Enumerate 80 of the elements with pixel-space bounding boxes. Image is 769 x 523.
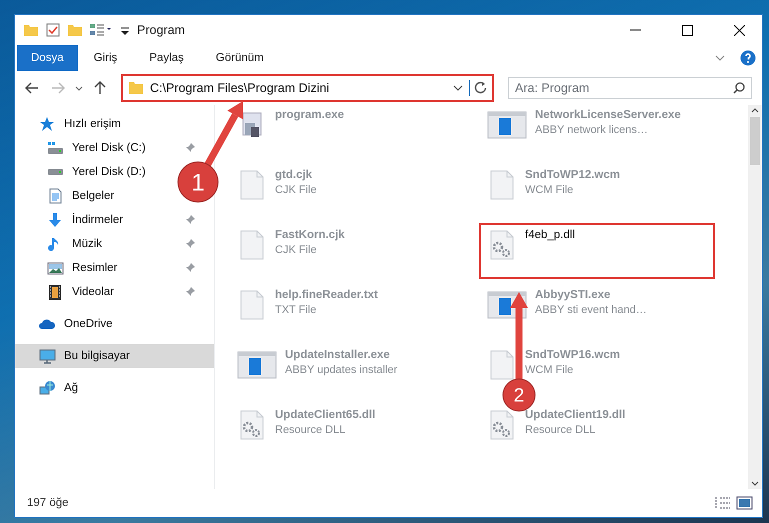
sidebar-item[interactable]: OneDrive <box>15 312 119 336</box>
pin-icon[interactable] <box>185 239 195 249</box>
file-name: help.fineReader.txt <box>275 289 378 301</box>
details-view-icon[interactable] <box>714 496 732 510</box>
large-icons-view-icon[interactable] <box>736 496 754 510</box>
drive-icon <box>47 140 64 156</box>
file-description: TXT File <box>275 304 318 316</box>
address-path: C:\Program Files\Program Dizini <box>150 81 330 95</box>
file-name: program.exe <box>275 109 344 121</box>
window-title: Program <box>137 23 186 37</box>
step-badge <box>502 378 536 412</box>
pin-icon[interactable] <box>185 287 195 297</box>
search-icon[interactable] <box>733 82 745 94</box>
file-name: UpdateClient19.dll <box>525 409 626 421</box>
ribbon-tab[interactable]: Paylaş <box>133 45 200 71</box>
file-name: SndToWP12.wcm <box>525 169 620 181</box>
sidebar-item[interactable]: Resimler <box>15 256 201 280</box>
help-icon[interactable] <box>740 50 756 66</box>
step-badge <box>178 162 218 202</box>
file-description: ABBY sti event hand… <box>535 304 647 316</box>
pin-icon[interactable] <box>185 215 195 225</box>
search-field[interactable]: Ara: Program <box>508 77 752 99</box>
up-arrow-icon <box>94 81 106 95</box>
item-count: 197 öğe <box>27 497 70 509</box>
pin-icon[interactable] <box>185 143 195 153</box>
picture-icon <box>47 260 64 276</box>
document-icon <box>47 188 64 204</box>
sidebar-item[interactable]: Müzik <box>15 232 201 256</box>
file-description: Resource DLL <box>275 424 346 436</box>
step-number: 2 <box>514 386 524 407</box>
star-icon <box>39 116 56 132</box>
file-name: UpdateInstaller.exe <box>285 349 391 361</box>
file-description: Resource DLL <box>525 424 596 436</box>
address-bar[interactable]: C:\Program Files\Program Dizini <box>121 74 494 102</box>
file-description: ABBY network licens… <box>535 124 649 136</box>
file-name: gtd.cjk <box>275 169 314 181</box>
sidebar-item[interactable]: Hızlı erişim <box>15 112 127 136</box>
file-name: f4eb_p.dll <box>525 229 575 241</box>
callout-arrow <box>204 101 244 168</box>
file-description: CJK File <box>275 184 317 196</box>
file-name: NetworkLicenseServer.exe <box>535 109 681 121</box>
computer-icon <box>39 348 56 364</box>
pin-icon[interactable] <box>185 263 195 273</box>
sidebar-item[interactable]: Belgeler <box>15 184 120 208</box>
download-arrow-icon <box>47 212 64 228</box>
minimize-icon <box>630 29 640 31</box>
ribbon-tab[interactable]: Giriş <box>78 45 134 71</box>
close-icon <box>734 24 744 36</box>
forward-arrow-icon <box>51 82 65 94</box>
network-icon <box>39 380 56 396</box>
application-icon <box>487 109 527 141</box>
back-arrow-icon <box>25 82 39 94</box>
file-description: ABBY updates installer <box>285 364 398 376</box>
file-description: WCM File <box>525 364 574 376</box>
sidebar-item[interactable]: Bu bilgisayar <box>15 344 214 368</box>
application-icon <box>237 349 277 381</box>
folder-icon <box>128 80 144 96</box>
scrollbar-thumb[interactable] <box>750 117 760 165</box>
file-name: UpdateClient65.dll <box>275 409 376 421</box>
ribbon-tab[interactable]: Görünüm <box>200 45 280 71</box>
drive-icon <box>47 168 64 176</box>
chevron-down-icon[interactable] <box>453 85 463 91</box>
ribbon-tab[interactable]: Dosya <box>17 45 78 71</box>
sidebar-item[interactable]: Videolar <box>15 280 201 304</box>
maximize-icon <box>682 24 692 36</box>
file-name: SndToWP16.wcm <box>525 349 620 361</box>
file-item[interactable]: f4eb_p.dll <box>479 223 715 279</box>
file-name: AbbyySTI.exe <box>535 289 612 301</box>
sidebar-item[interactable]: İndirmeler <box>15 208 201 232</box>
sidebar-item[interactable]: Yerel Disk (D:) <box>15 160 152 184</box>
file-description: WCM File <box>525 184 574 196</box>
file-description: CJK File <box>275 244 318 256</box>
step-number: 1 <box>191 169 205 196</box>
file-name: FastKorn.cjk <box>275 229 345 241</box>
properties-icon[interactable] <box>45 22 61 38</box>
film-icon <box>47 284 64 300</box>
view-options-icon[interactable] <box>89 22 113 38</box>
chevron-down-icon <box>75 86 83 90</box>
sidebar-item[interactable]: Ağ <box>15 376 84 400</box>
sidebar-item[interactable]: Yerel Disk (C:) <box>15 136 201 160</box>
